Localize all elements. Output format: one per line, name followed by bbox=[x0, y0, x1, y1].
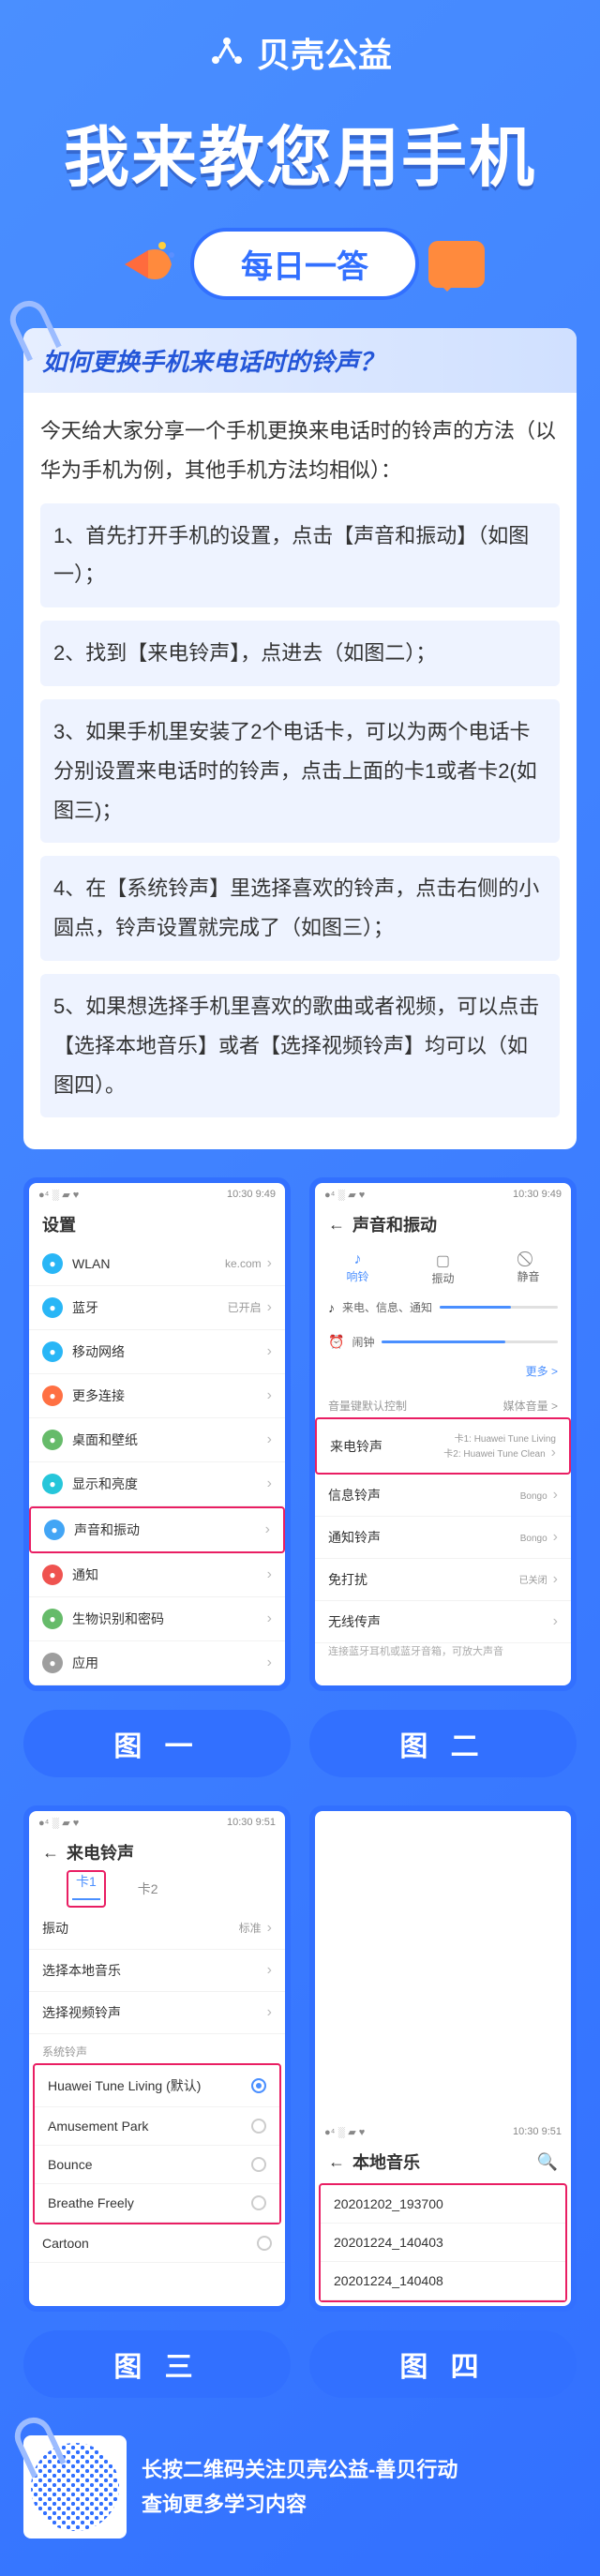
sim-tab-1-highlight: 卡1 bbox=[67, 1870, 106, 1908]
fig-labels-2: 图 三 图 四 bbox=[23, 2330, 577, 2398]
status-bar: ●⁴ ░ ▰ ♥10:30 9:49 bbox=[315, 1183, 571, 1203]
setting-icon: ● bbox=[42, 1565, 63, 1585]
ringtone-item[interactable]: Bounce bbox=[35, 2146, 279, 2184]
step-1: 1、首先打开手机的设置，点击【声音和振动】（如图一）； bbox=[40, 503, 560, 608]
sim-tab-1[interactable]: 卡1 bbox=[72, 1865, 100, 1900]
step-4: 4、在【系统铃声】里选择喜欢的铃声，点击右侧的小圆点，铃声设置就完成了（如图三）… bbox=[40, 856, 560, 961]
question-banner: 如何更换手机来电话时的铃声？ bbox=[23, 328, 577, 393]
screen-title: 本地音乐🔍 bbox=[315, 2140, 571, 2179]
fig-label-1: 图 一 bbox=[23, 1710, 291, 1777]
ringtone-option-row[interactable]: 选择本地音乐 bbox=[29, 1950, 285, 1992]
sound-setting-row[interactable]: 通知铃声Bongo bbox=[315, 1517, 571, 1559]
brand-name: 贝壳公益 bbox=[257, 28, 392, 77]
sim-tabs: 卡1 卡2 bbox=[29, 1870, 285, 1908]
ringtone-item[interactable]: Amusement Park bbox=[35, 2107, 279, 2146]
screen-title: 设置 bbox=[29, 1203, 285, 1242]
settings-row[interactable]: ●WLANke.com bbox=[29, 1242, 285, 1286]
setting-icon: ● bbox=[42, 1474, 63, 1494]
sound-mode[interactable]: ▢振动 bbox=[431, 1251, 454, 1286]
back-icon[interactable] bbox=[328, 2152, 345, 2172]
footnote: 连接蓝牙耳机或蓝牙音箱，可放大声音 bbox=[315, 1643, 571, 1666]
sound-setting-row[interactable]: 来电铃声卡1: Huawei Tune Living 卡2: Huawei Tu… bbox=[315, 1417, 571, 1475]
search-icon[interactable]: 🔍 bbox=[537, 2152, 558, 2172]
ringtone-item[interactable]: Huawei Tune Living (默认) bbox=[35, 2065, 279, 2107]
sys-ringtone-list-highlight: Huawei Tune Living (默认)Amusement ParkBou… bbox=[33, 2063, 281, 2224]
phone-grid-2: ●⁴ ░ ▰ ♥10:30 9:51 来电铃声 卡1 卡2 振动标准选择本地音乐… bbox=[23, 1805, 577, 2312]
back-icon[interactable] bbox=[328, 1215, 345, 1235]
screen-title: 来电铃声 bbox=[29, 1831, 285, 1870]
sound-setting-row[interactable]: 无线传声 bbox=[315, 1601, 571, 1643]
setting-icon: ● bbox=[42, 1385, 63, 1406]
music-file-row[interactable]: 20201224_140408 bbox=[321, 2262, 565, 2300]
setting-icon: ● bbox=[42, 1653, 63, 1673]
settings-row[interactable]: ●移动网络 bbox=[29, 1330, 285, 1374]
brand-header: 贝壳公益 bbox=[0, 0, 600, 96]
radio-icon bbox=[251, 2195, 266, 2210]
volume-slider[interactable]: ♪来电、信息、通知 bbox=[315, 1290, 571, 1325]
sound-mode[interactable]: ⃠静音 bbox=[517, 1251, 539, 1286]
setting-icon: ● bbox=[42, 1341, 63, 1362]
setting-icon: ● bbox=[44, 1520, 65, 1540]
setting-icon: ● bbox=[42, 1253, 63, 1274]
daily-row: 每日一答 bbox=[28, 228, 572, 300]
phone-fig4: ●⁴ ░ ▰ ♥10:30 9:51 本地音乐🔍 20201202_193700… bbox=[309, 1805, 577, 2312]
music-file-row[interactable]: 20201202_193700 bbox=[321, 2185, 565, 2224]
brand-logo-icon bbox=[208, 34, 246, 71]
phone-fig1: ●⁴ ░ ▰ ♥10:30 9:49 设置 ●WLANke.com●蓝牙已开启●… bbox=[23, 1177, 291, 1691]
step-3: 3、如果手机里安装了2个电话卡，可以为两个电话卡分别设置来电话时的铃声，点击上面… bbox=[40, 699, 560, 843]
chat-bubble-icon bbox=[428, 241, 485, 288]
sys-ringtone-header: 系统铃声 bbox=[29, 2034, 285, 2063]
fig-label-2: 图 二 bbox=[309, 1710, 577, 1777]
volume-slider[interactable]: ⏰闹钟 bbox=[315, 1325, 571, 1359]
fig-label-3: 图 三 bbox=[23, 2330, 291, 2398]
setting-icon: ● bbox=[42, 1609, 63, 1629]
intro-text: 今天给大家分享一个手机更换来电话时的铃声的方法（以华为手机为例，其他手机方法均相… bbox=[40, 412, 560, 490]
ringtone-item[interactable]: Cartoon bbox=[29, 2224, 285, 2263]
status-bar: ●⁴ ░ ▰ ♥10:30 9:51 bbox=[29, 1811, 285, 1831]
sound-modes: ♪响铃 ▢振动⃠静音 bbox=[315, 1242, 571, 1290]
radio-icon bbox=[251, 2078, 266, 2093]
content-card: 如何更换手机来电话时的铃声？ 今天给大家分享一个手机更换来电话时的铃声的方法（以… bbox=[23, 328, 577, 1149]
phone-fig3: ●⁴ ░ ▰ ♥10:30 9:51 来电铃声 卡1 卡2 振动标准选择本地音乐… bbox=[23, 1805, 291, 2312]
phone-fig2: ●⁴ ░ ▰ ♥10:30 9:49 声音和振动 ♪响铃 ▢振动⃠静音 ♪来电、信… bbox=[309, 1177, 577, 1691]
status-bar: ●⁴ ░ ▰ ♥10:30 9:49 bbox=[29, 1183, 285, 1203]
radio-icon bbox=[251, 2119, 266, 2134]
screen-title: 声音和振动 bbox=[315, 1203, 571, 1242]
settings-row[interactable]: ●应用 bbox=[29, 1641, 285, 1685]
setting-icon: ● bbox=[42, 1430, 63, 1450]
footer-text: 长按二维码关注贝壳公益-善贝行动 查询更多学习内容 bbox=[142, 2452, 458, 2523]
step-5: 5、如果想选择手机里喜欢的歌曲或者视频，可以点击【选择本地音乐】或者【选择视频铃… bbox=[40, 974, 560, 1117]
settings-row[interactable]: ●显示和亮度 bbox=[29, 1462, 285, 1506]
phone-grid-1: ●⁴ ░ ▰ ♥10:30 9:49 设置 ●WLANke.com●蓝牙已开启●… bbox=[23, 1177, 577, 1691]
megaphone-icon bbox=[115, 232, 181, 297]
ringtone-item[interactable]: Breathe Freely bbox=[35, 2184, 279, 2223]
more-link[interactable]: 更多 > bbox=[315, 1359, 571, 1388]
step-2: 2、找到【来电铃声】，点进去（如图二）； bbox=[40, 621, 560, 686]
main-title: 我来教您用手机 bbox=[19, 105, 581, 200]
settings-row[interactable]: ●通知 bbox=[29, 1553, 285, 1597]
fig-label-4: 图 四 bbox=[309, 2330, 577, 2398]
settings-row[interactable]: ●声音和振动 bbox=[29, 1506, 285, 1553]
local-files-highlight: 20201202_19370020201224_14040320201224_1… bbox=[319, 2183, 567, 2302]
footer: 长按二维码关注贝壳公益-善贝行动 查询更多学习内容 bbox=[23, 2435, 577, 2539]
radio-icon bbox=[251, 2157, 266, 2172]
ringtone-option-row[interactable]: 振动标准 bbox=[29, 1908, 285, 1950]
back-icon[interactable] bbox=[42, 1843, 59, 1863]
daily-badge: 每日一答 bbox=[190, 228, 419, 300]
sound-setting-row[interactable]: 信息铃声Bongo bbox=[315, 1475, 571, 1517]
ringtone-option-row[interactable]: 选择视频铃声 bbox=[29, 1992, 285, 2034]
sound-setting-row[interactable]: 免打扰已关闭 bbox=[315, 1559, 571, 1601]
settings-row[interactable]: ●桌面和壁纸 bbox=[29, 1418, 285, 1462]
setting-icon: ● bbox=[42, 1297, 63, 1318]
settings-row[interactable]: ●蓝牙已开启 bbox=[29, 1286, 285, 1330]
settings-row[interactable]: ●更多连接 bbox=[29, 1374, 285, 1418]
fig-labels-1: 图 一 图 二 bbox=[23, 1710, 577, 1777]
sim-tab-2[interactable]: 卡2 bbox=[134, 1870, 162, 1908]
settings-row[interactable]: ●生物识别和密码 bbox=[29, 1597, 285, 1641]
sound-mode[interactable]: ♪响铃 bbox=[346, 1251, 368, 1286]
section-header: 音量键默认控制媒体音量 > bbox=[315, 1388, 571, 1417]
music-file-row[interactable]: 20201224_140403 bbox=[321, 2224, 565, 2262]
status-bar: ●⁴ ░ ▰ ♥10:30 9:51 bbox=[315, 2120, 571, 2140]
